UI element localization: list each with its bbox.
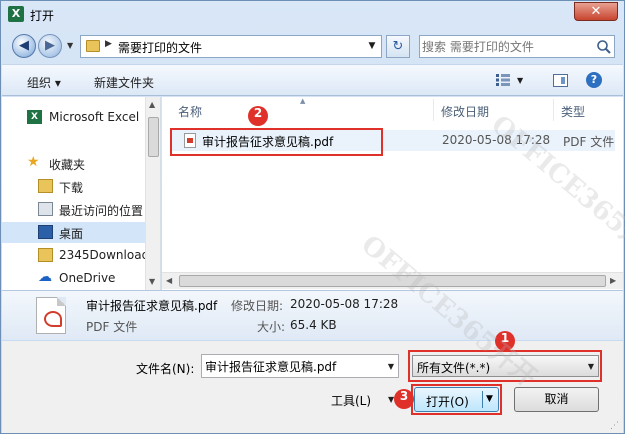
nav-item-label: 最近访问的位置 [59,204,144,218]
details-modified-label: 修改日期: [231,299,284,313]
highlight-file-type-filter [408,350,602,382]
navigation-pane: X Microsoft Excel ★ 收藏夹 下载 最近访问的位置 桌面 23… [2,97,161,290]
filename-input[interactable] [205,358,377,374]
navigation-scrollbar[interactable]: ▲ ▼ [145,97,160,290]
cancel-button[interactable]: 取消 [514,387,599,412]
details-file-type: PDF 文件 [86,320,138,334]
view-options-chevron-down-icon[interactable]: ▼ [517,76,523,85]
breadcrumb-current-folder[interactable]: 需要打印的文件 [118,39,202,56]
help-icon[interactable]: ? [586,72,602,88]
nav-item-microsoft-excel[interactable]: X Microsoft Excel [2,107,146,128]
folder-icon [86,40,100,52]
scrollbar-thumb[interactable] [179,275,606,287]
horizontal-scrollbar[interactable]: ◀ ▶ [162,272,623,289]
excel-app-icon: X [8,6,24,22]
resize-grip-icon[interactable]: ⋰ [610,421,619,431]
preview-pane-icon[interactable] [553,74,568,87]
nav-item-label: OneDrive [59,271,116,285]
nav-item-downloads[interactable]: 下载 [2,176,146,197]
nav-item-2345downloads[interactable]: 2345Downloads [2,245,146,266]
downloads-icon [38,179,53,193]
scroll-up-icon[interactable]: ▲ [149,100,155,109]
step-badge-3: 3 [394,389,414,409]
nav-item-favorites[interactable]: ★ 收藏夹 [2,153,146,174]
excel-icon: X [27,110,42,124]
nav-item-label: 桌面 [59,227,84,241]
search-input[interactable] [422,38,592,55]
desktop-icon [38,225,53,239]
details-size-value: 65.4 KB [290,318,337,332]
filename-label: 文件名(N): [136,362,195,376]
back-arrow-icon: ◀ [19,38,29,53]
dialog-title: 打开 [30,9,55,23]
nav-item-desktop[interactable]: 桌面 [2,222,146,243]
highlight-open-button [411,384,502,415]
nav-item-label: 2345Downloads [59,248,146,262]
sort-ascending-icon: ▲ [300,97,306,105]
column-header-type[interactable]: 类型 [561,97,585,123]
nav-item-recent-places[interactable]: 最近访问的位置 [2,199,146,220]
nav-item-label: Microsoft Excel [49,110,140,124]
filename-combobox[interactable]: ▼ [201,354,399,378]
recent-places-icon [38,202,53,216]
column-divider[interactable] [433,99,434,121]
change-view-icon[interactable] [496,74,510,86]
tools-menu-button[interactable]: 工具(L) [331,392,371,409]
column-divider[interactable] [553,99,554,121]
favorites-star-icon: ★ [27,154,40,170]
details-pane: 审计报告征求意见稿.pdf PDF 文件 修改日期: 2020-05-08 17… [2,290,623,340]
search-icon[interactable] [596,39,612,55]
file-type: PDF 文件 [563,135,615,149]
close-button[interactable]: ✕ [574,2,618,21]
nav-item-label: 下载 [59,181,84,195]
address-bar[interactable]: ▶ 需要打印的文件 [80,35,382,58]
refresh-icon: ↻ [392,39,404,54]
nav-item-label: 收藏夹 [49,158,86,172]
search-box[interactable] [419,35,615,58]
nav-item-onedrive[interactable]: ☁ OneDrive [2,268,146,289]
details-modified-value: 2020-05-08 17:28 [290,297,399,311]
new-folder-button[interactable]: 新建文件夹 [94,74,154,91]
column-header-name[interactable]: 名称 [178,97,202,123]
filename-history-chevron-down-icon[interactable]: ▼ [388,362,394,371]
title-bar: X 打开 ✕ [1,1,624,28]
step-badge-1: 1 [495,331,515,351]
recent-locations-chevron-down-icon[interactable]: ▼ [67,41,73,50]
details-size-label: 大小: [257,320,286,334]
back-button[interactable]: ◀ [12,34,36,58]
address-history-chevron-down-icon[interactable]: ▼ [362,35,382,58]
forward-arrow-icon: ▶ [45,38,55,53]
breadcrumb-chevron-icon[interactable]: ▶ [105,39,112,49]
command-toolbar: 组织 ▾ 新建文件夹 ▼ ? [2,64,623,96]
column-header-date-modified[interactable]: 修改日期 [441,97,489,123]
onedrive-icon: ☁ [38,269,52,285]
folder-icon [38,248,53,262]
open-file-dialog: X 打开 ✕ ◀ ▶ ▼ ▶ 需要打印的文件 ▼ ↻ 组织 ▾ 新建文件夹 ▼ [0,0,625,434]
file-modified-date: 2020-05-08 17:28 [442,133,551,147]
scrollbar-thumb[interactable] [148,117,159,157]
step-badge-2: 2 [248,106,268,126]
highlight-file-row [170,128,383,156]
scroll-left-icon[interactable]: ◀ [166,276,172,285]
refresh-button[interactable]: ↻ [386,35,410,58]
pdf-file-icon [36,297,66,334]
details-file-name: 审计报告征求意见稿.pdf [86,299,218,313]
forward-button[interactable]: ▶ [38,34,62,58]
scroll-down-icon[interactable]: ▼ [149,277,155,286]
scroll-right-icon[interactable]: ▶ [610,276,616,285]
organize-menu-button[interactable]: 组织 ▾ [27,74,61,91]
file-list-pane: ▲ 名称 修改日期 类型 审计报告征求意见稿.pdf 2020-05-08 17… [162,97,623,290]
